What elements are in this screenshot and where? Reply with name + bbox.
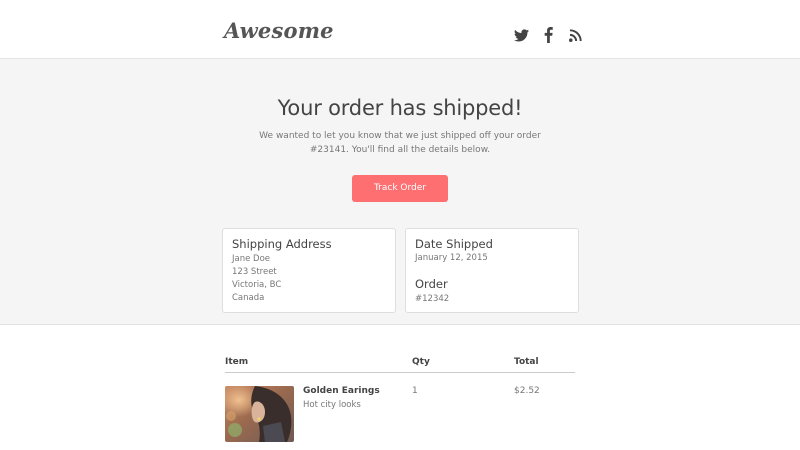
product-qty: 1: [412, 386, 418, 396]
twitter-icon[interactable]: [512, 26, 530, 44]
rss-icon[interactable]: [566, 26, 584, 44]
shipping-address-card: Shipping Address Jane Doe 123 Street Vic…: [222, 228, 396, 313]
product-total: $2.52: [514, 386, 540, 396]
address-street: 123 Street: [232, 267, 277, 277]
page-title: Your order has shipped!: [277, 96, 523, 120]
address-city: Victoria, BC: [232, 280, 282, 290]
shipping-address-heading: Shipping Address: [232, 237, 332, 251]
product-image[interactable]: [225, 386, 294, 442]
product-name[interactable]: Golden Earings: [303, 386, 380, 396]
track-order-button[interactable]: Track Order: [352, 175, 448, 202]
email-header: Awesome: [0, 0, 800, 59]
order-number: #12342: [415, 294, 450, 304]
column-header-qty: Qty: [412, 357, 430, 367]
address-name: Jane Doe: [232, 254, 271, 264]
facebook-icon[interactable]: [539, 26, 557, 44]
shipping-message: We wanted to let you know that we just s…: [259, 131, 541, 155]
date-shipped-heading: Date Shipped: [415, 237, 493, 251]
shipment-details-card: Date Shipped January 12, 2015 Order #123…: [405, 228, 579, 313]
table-header-divider: [225, 372, 575, 373]
column-header-item: Item: [225, 357, 249, 367]
column-header-total: Total: [514, 357, 539, 367]
date-shipped-value: January 12, 2015: [415, 253, 488, 263]
address-country: Canada: [232, 293, 265, 303]
product-description: Hot city looks: [303, 400, 361, 410]
order-heading: Order: [415, 277, 448, 291]
brand-logo[interactable]: Awesome: [224, 18, 334, 43]
